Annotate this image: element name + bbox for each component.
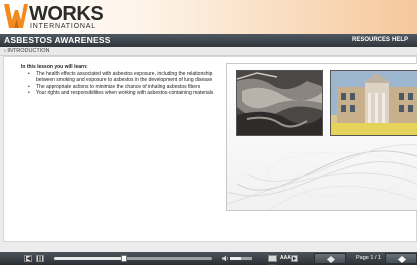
speaker-icon[interactable] [222, 255, 229, 262]
volume-slider[interactable] [230, 257, 252, 260]
pause-button[interactable] [36, 255, 44, 262]
lesson-heading: In this lesson you will learn: [21, 64, 88, 70]
player-controls: AAA Page 1 / 1 [0, 252, 417, 265]
lesson-panel: In this lesson you will learn: The healt… [3, 56, 417, 242]
logo-w-mark [4, 4, 28, 28]
rewind-button[interactable] [24, 255, 32, 262]
volume-fill [230, 257, 241, 260]
media-frame [226, 63, 417, 211]
header: WORKS INTERNATIONAL [0, 0, 417, 34]
works-logo: WORKS INTERNATIONAL [4, 2, 114, 32]
brand-subtitle: INTERNATIONAL [30, 23, 96, 30]
next-page-button[interactable] [385, 253, 417, 264]
progress-handle[interactable] [120, 255, 127, 262]
list-item: The health effects associated with asbes… [21, 71, 221, 83]
objectives-list: The health effects associated with asbes… [21, 71, 221, 96]
brand-name: WORKS [29, 3, 104, 25]
next-arrow-icon [398, 256, 406, 263]
lesson-objectives: In this lesson you will learn: The healt… [21, 64, 221, 97]
rewind-icon [25, 256, 31, 261]
closed-caption-button[interactable] [268, 255, 277, 265]
list-item: The appropriate actions to minimize the … [21, 84, 221, 90]
progress-fill [54, 257, 124, 260]
school-building-photo [330, 70, 417, 136]
page-indicator: Page 1 / 1 [356, 255, 382, 261]
breadcrumb: › INTRODUCTION [0, 47, 417, 56]
pause-icon [38, 256, 42, 261]
help-link[interactable]: HELP [392, 36, 408, 45]
text-size-increase-button[interactable] [291, 255, 298, 262]
prev-page-button[interactable] [314, 253, 346, 264]
resources-link[interactable]: RESOURCES [352, 36, 390, 45]
course-title-bar: ASBESTOS AWARENESS RESOURCES HELP [0, 34, 417, 47]
text-size-button[interactable]: AAA [280, 255, 291, 262]
course-title: ASBESTOS AWARENESS [4, 35, 111, 45]
plus-icon [293, 256, 296, 261]
progress-bar[interactable] [54, 255, 212, 262]
asbestos-material-photo [236, 70, 323, 136]
prev-arrow-icon [327, 256, 335, 263]
list-item: Your rights and responsibilities when wo… [21, 90, 221, 96]
